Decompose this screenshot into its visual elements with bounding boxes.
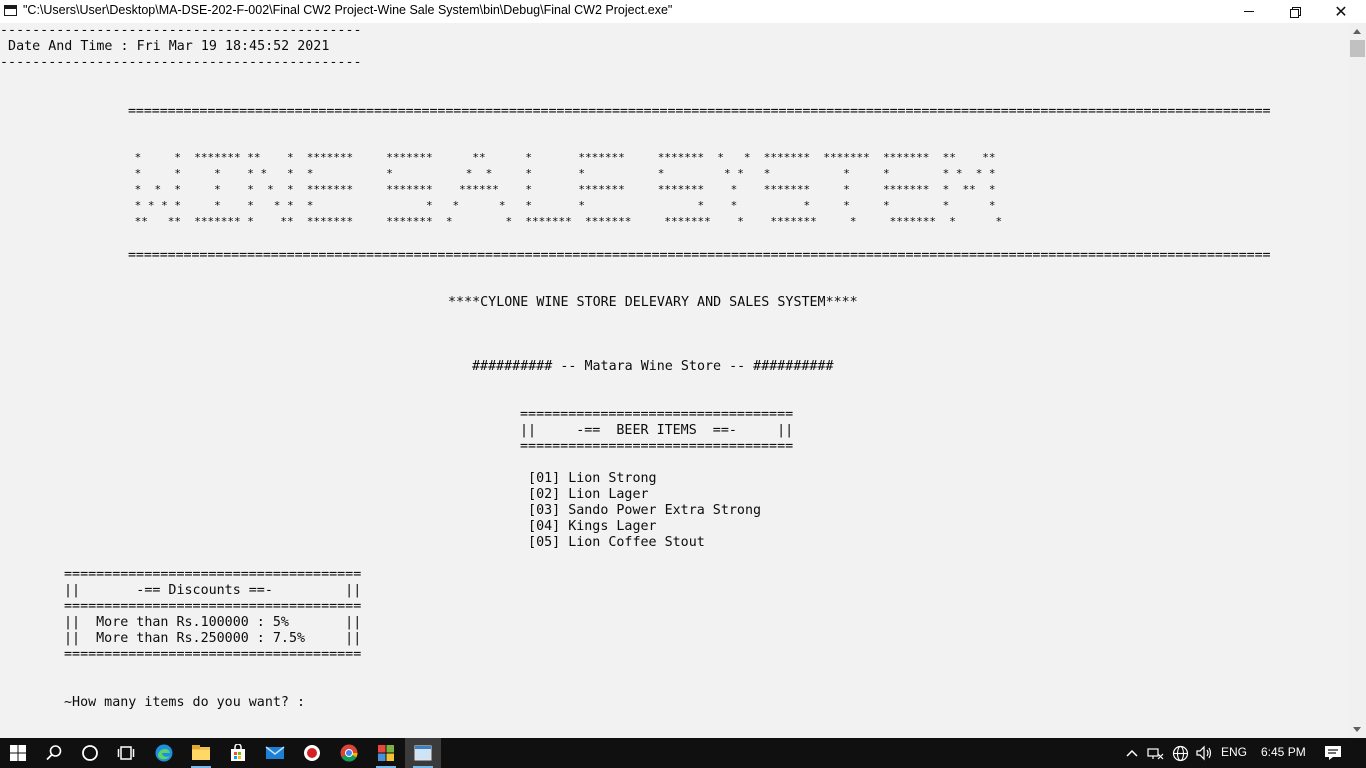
scroll-thumb[interactable] [1350,40,1365,57]
beer-item: [02] Lion Lager [520,487,649,502]
discount-title: || -== Discounts ==- || [64,583,362,598]
beer-item: [01] Lion Strong [520,471,657,486]
edge-browser-icon [155,744,173,762]
volume-button[interactable] [1192,738,1216,768]
discount-row: || More than Rs.250000 : 7.5% || [64,631,362,646]
menu-box-border: ================================== [520,407,794,422]
visual-studio-app-icon [378,745,394,761]
discount-box-border: ===================================== [64,567,362,582]
discount-box-border: ===================================== [64,599,362,614]
banner-top-border: ========================================… [128,104,1271,119]
folder-icon [192,745,210,760]
quantity-prompt[interactable]: ~How many items do you want? : [64,695,305,711]
windows-logo-icon [10,745,26,761]
separator-line: ----------------------------------------… [0,23,362,38]
discount-row: || More than Rs.100000 : 5% || [64,615,362,630]
task-view-icon [117,746,135,760]
network-disconnected-icon [1147,748,1164,760]
taskbar-mail[interactable] [257,738,293,768]
taskbar-visual-studio[interactable] [368,738,404,768]
minimize-icon [1244,11,1254,12]
taskbar-store[interactable] [220,738,256,768]
close-icon: ✕ [1334,2,1348,21]
restore-icon [1290,6,1301,18]
taskbar-edge[interactable] [146,738,182,768]
cortana-circle-icon [82,745,98,761]
window-title: "C:\Users\User\Desktop\MA-DSE-202-F-002\… [23,3,673,17]
banner-ascii-art-row: * * * * * * * ******* ******* ****** * *… [128,183,996,196]
menu-title: || -== BEER ITEMS ==- || [520,423,794,438]
banner-bottom-border: ========================================… [128,248,1271,263]
beer-item: [03] Sando Power Extra Strong [520,503,762,518]
beer-item: [04] Kings Lager [520,519,657,534]
separator-line: ----------------------------------------… [0,55,362,70]
start-button[interactable] [0,738,36,768]
store-name-line: ########## -- Matara Wine Store -- #####… [472,359,834,374]
date-time-line: Date And Time : Fri Mar 19 18:45:52 2021 [0,39,330,54]
console-app-icon[interactable] [4,5,17,16]
banner-ascii-art-row: * * * * * * * * * * * * * * * * * * * * … [128,167,996,180]
console-output[interactable]: ----------------------------------------… [0,23,1349,738]
banner-ascii-art-row: ** ** ******* * ** ******* ******* * * *… [128,215,1003,228]
record-icon [304,745,320,761]
window-title-bar[interactable]: "C:\Users\User\Desktop\MA-DSE-202-F-002\… [0,0,1366,23]
taskbar-console-window[interactable] [405,738,441,768]
taskbar: ENG 6:45 PM [0,738,1366,768]
language-globe-button[interactable] [1168,738,1192,768]
vertical-scrollbar[interactable] [1349,23,1366,738]
globe-icon [1172,745,1188,761]
system-heading: ****CYLONE WINE STORE DELEVARY AND SALES… [448,295,858,310]
taskbar-clock[interactable]: 6:45 PM [1261,745,1306,759]
close-button[interactable]: ✕ [1318,0,1364,23]
show-hidden-icons-button[interactable] [1122,738,1142,768]
chevron-up-icon [1126,749,1138,757]
action-center-button[interactable] [1318,738,1348,768]
banner-ascii-art-row: * * ******* ** * ******* ******* ** * **… [128,151,996,164]
store-bag-icon [231,744,245,761]
restore-button[interactable] [1272,0,1318,23]
input-language-indicator[interactable]: ENG [1221,745,1247,759]
scroll-up-arrow-icon[interactable] [1353,29,1361,34]
beer-item: [05] Lion Coffee Stout [520,535,705,550]
speaker-volume-icon [1196,745,1212,761]
banner-ascii-art-row: * * * * * * * * * * * * * * * * * * * * … [128,199,996,212]
minimize-button[interactable] [1226,0,1272,23]
chrome-browser-icon [340,744,358,762]
taskbar-recorder[interactable] [294,738,330,768]
task-view-button[interactable] [108,738,144,768]
search-button[interactable] [36,738,72,768]
menu-box-border: ================================== [520,439,794,454]
taskbar-file-explorer[interactable] [183,738,219,768]
taskbar-chrome[interactable] [331,738,367,768]
mail-envelope-icon [265,746,285,759]
scroll-down-arrow-icon[interactable] [1353,727,1361,732]
search-icon [46,745,62,761]
network-status-button[interactable] [1143,738,1167,768]
notification-speech-icon [1325,746,1341,760]
console-window-icon [414,745,432,761]
cortana-button[interactable] [72,738,108,768]
discount-box-border: ===================================== [64,647,362,662]
